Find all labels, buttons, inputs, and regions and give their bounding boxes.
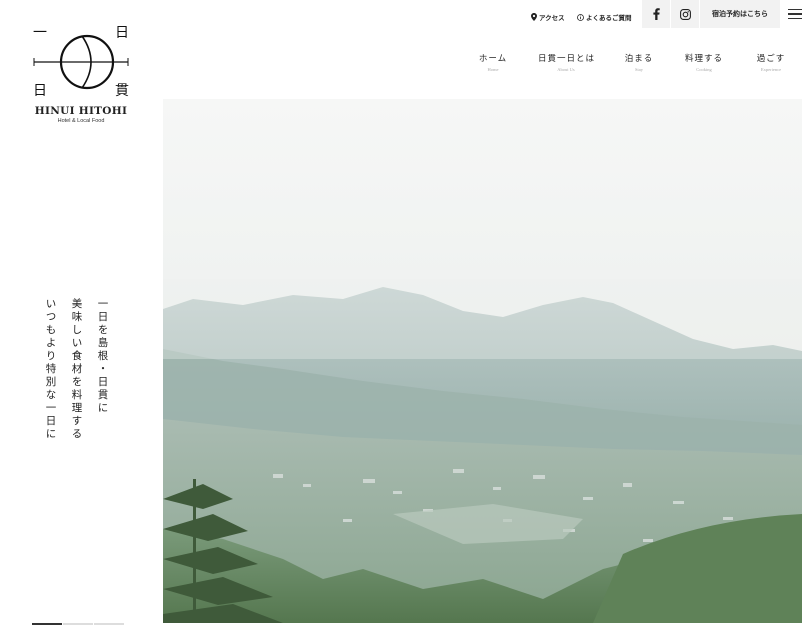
nav-experience[interactable]: 過ごす Experience — [755, 52, 787, 72]
nav-about-label: 日貫一日とは — [538, 54, 596, 64]
nav-cooking[interactable]: 料理する Cooking — [685, 52, 723, 72]
nav-stay-label: 泊まる — [624, 54, 654, 64]
facebook-button[interactable] — [642, 0, 670, 28]
nav-stay[interactable]: 泊まる Stay — [624, 52, 654, 72]
tagline-line-3: いつもより特別な一日に — [44, 298, 57, 441]
hero-image — [163, 99, 802, 623]
nav-cooking-label: 料理する — [685, 54, 724, 64]
menu-bar — [787, 9, 802, 11]
nav-home-sub: Home — [487, 67, 499, 72]
menu-bar — [787, 13, 802, 15]
menu-bar — [787, 17, 802, 19]
logo-subtitle: Hotel & Local Food — [57, 118, 105, 124]
logo-kanji-1: 一 — [33, 25, 47, 41]
faq-label: よくあるご質問 — [586, 15, 632, 22]
slide-indicator — [32, 623, 124, 625]
slide-dot-3[interactable] — [94, 623, 124, 625]
nav-cooking-sub: Cooking — [696, 67, 712, 72]
hero-landscape — [163, 99, 802, 623]
access-label: アクセス — [539, 15, 565, 22]
logo-kanji-4: 貫 — [115, 83, 129, 99]
facebook-icon — [652, 8, 660, 20]
reservation-button[interactable]: 宿泊予約はこちら — [700, 0, 780, 28]
site-logo[interactable]: 一 日 日 貫 HINUI HITOHI Hotel & Local Food — [30, 24, 132, 128]
nav-home-label: ホーム — [478, 54, 508, 64]
nav-about[interactable]: 日貫一日とは About Us — [538, 52, 594, 72]
nav-home[interactable]: ホーム Home — [478, 52, 508, 72]
instagram-button[interactable] — [671, 0, 699, 28]
tagline-line-2: 美味しい食材を料理する — [70, 298, 83, 441]
nav-experience-label: 過ごす — [756, 54, 786, 64]
logo-kanji-2: 日 — [115, 25, 129, 41]
slide-dot-1[interactable] — [32, 623, 62, 625]
faq-link[interactable]: よくあるご質問 — [577, 12, 632, 22]
nav-stay-sub: Stay — [634, 67, 643, 72]
access-link[interactable]: アクセス — [531, 12, 565, 22]
nav-experience-sub: Experience — [760, 67, 782, 72]
logo-name: HINUI HITOHI — [34, 105, 128, 117]
map-pin-icon — [531, 13, 537, 21]
instagram-icon — [679, 8, 691, 20]
hamburger-menu-icon[interactable] — [781, 0, 808, 28]
slide-dot-2[interactable] — [63, 623, 93, 625]
nav-about-sub: About Us — [557, 67, 575, 72]
logo-kanji-3: 日 — [33, 83, 47, 99]
info-circle-icon — [577, 13, 584, 21]
tagline-line-1: 一日を島根・日貫に — [96, 298, 109, 415]
